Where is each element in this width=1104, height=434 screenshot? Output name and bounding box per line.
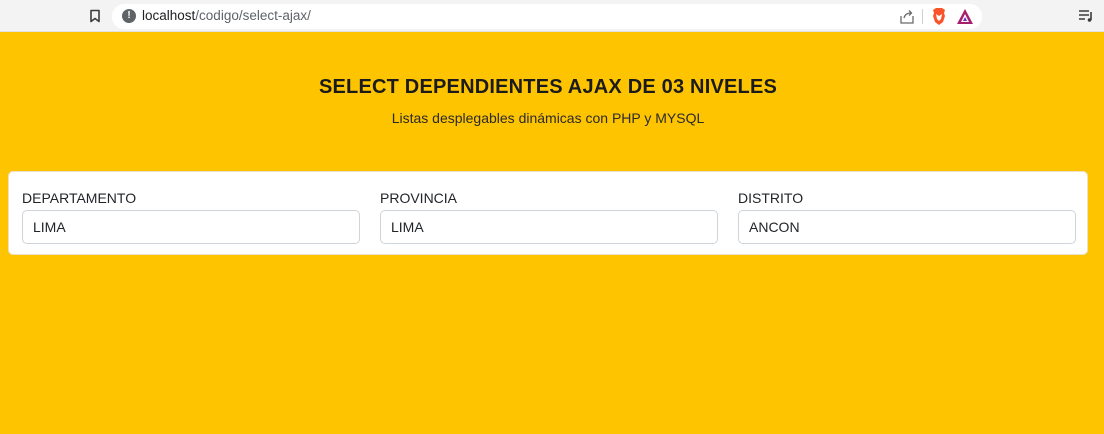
site-info-icon[interactable]: ! — [122, 9, 136, 23]
departamento-select[interactable]: LIMA — [22, 210, 360, 244]
provincia-field: PROVINCIA LIMA — [380, 188, 718, 244]
distrito-select[interactable]: ANCON — [738, 210, 1076, 244]
playlist-icon[interactable] — [1077, 7, 1095, 25]
page-subtitle: Listas desplegables dinámicas con PHP y … — [391, 110, 705, 126]
departamento-field: DEPARTAMENTO LIMA — [22, 188, 360, 244]
brave-rewards-icon[interactable] — [956, 8, 974, 25]
share-icon[interactable] — [898, 8, 916, 26]
browser-toolbar: ! localhost/codigo/select-ajax/ — [0, 0, 1104, 32]
url-host: localhost — [142, 8, 196, 23]
bookmark-icon[interactable] — [86, 7, 104, 25]
brave-shields-icon[interactable] — [930, 7, 948, 26]
select-form-card: DEPARTAMENTO LIMA PROVINCIA LIMA DISTRIT… — [8, 171, 1088, 255]
distrito-field: DISTRITO ANCON — [738, 188, 1076, 244]
url-divider — [922, 9, 923, 24]
url-path: /codigo/select-ajax/ — [195, 8, 311, 23]
provincia-select[interactable]: LIMA — [380, 210, 718, 244]
url-text[interactable]: localhost/codigo/select-ajax/ — [142, 8, 311, 23]
departamento-label: DEPARTAMENTO — [22, 190, 137, 206]
address-bar[interactable]: ! localhost/codigo/select-ajax/ — [112, 4, 982, 29]
distrito-label: DISTRITO — [738, 190, 804, 206]
provincia-label: PROVINCIA — [380, 190, 458, 206]
page-title: SELECT DEPENDIENTES AJAX DE 03 NIVELES — [318, 76, 778, 98]
